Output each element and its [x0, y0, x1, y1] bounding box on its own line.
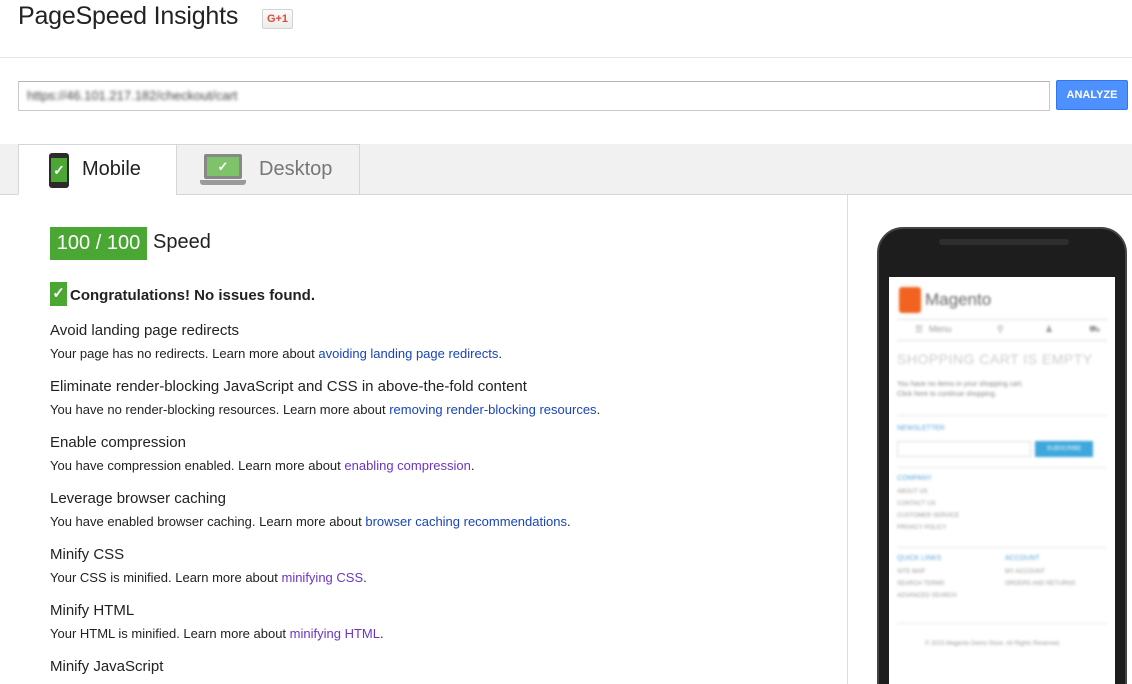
preview-company: COMPANY — [897, 475, 932, 482]
preview-company-link: CONTACT US — [897, 501, 936, 507]
phone-speaker — [939, 239, 1069, 245]
rule-item: Enable compression You have compression … — [50, 434, 830, 490]
rule-title: Minify HTML — [50, 602, 135, 619]
preview-heading: SHOPPING CART IS EMPTY — [897, 351, 1093, 367]
rule-item: Minify HTML Your HTML is minified. Learn… — [50, 602, 830, 658]
preview-cart-icon: ⛟ — [1089, 324, 1101, 334]
preview-search-icon: ⚲ — [997, 324, 1004, 334]
preview-quick-link: ADVANCED SEARCH — [897, 593, 957, 599]
rule-learn-more-link[interactable]: removing render-blocking resources — [389, 402, 596, 417]
rule-item: Minify CSS Your CSS is minified. Learn m… — [50, 546, 830, 602]
mobile-preview-screenshot: Magento ☰ Menu ⚲ ♟ ⛟ SHOPPING CART IS EM… — [889, 277, 1115, 684]
preview-divider — [897, 547, 1107, 548]
rule-title: Minify CSS — [50, 546, 125, 563]
rule-item: Avoid landing page redirects Your page h… — [50, 322, 830, 378]
preview-divider — [897, 415, 1107, 416]
rule-description: You have no render-blocking resources. L… — [50, 402, 601, 417]
preview-quick-links: QUICK LINKS — [897, 555, 942, 562]
preview-account: ACCOUNT — [1005, 555, 1040, 562]
preview-menu-icon: ☰ — [915, 324, 924, 334]
rule-item: Leverage browser caching You have enable… — [50, 490, 830, 546]
preview-divider — [897, 467, 1107, 468]
congrats-text: Congratulations! No issues found. — [70, 286, 316, 304]
rule-item: Minify JavaScript — [50, 658, 830, 684]
preview-text-1: You have no items in your shopping cart. — [897, 381, 1024, 388]
preview-menu-label: Menu — [929, 324, 952, 334]
rule-title: Minify JavaScript — [50, 658, 164, 675]
rule-learn-more-link[interactable]: minifying HTML — [290, 626, 380, 641]
panel-divider — [847, 195, 848, 684]
preview-divider — [897, 623, 1107, 624]
speed-score-label: Speed — [153, 231, 211, 253]
preview-subscribe-button: SUBSCRIBE — [1035, 441, 1093, 457]
preview-nav: ☰ Menu ⚲ ♟ ⛟ — [897, 319, 1107, 341]
preview-brand: Magento — [925, 290, 992, 309]
magento-logo-icon — [899, 287, 921, 313]
rule-learn-more-link[interactable]: browser caching recommendations — [365, 514, 567, 529]
rule-description: Your CSS is minified. Learn more about m… — [50, 570, 367, 585]
rule-title: Eliminate render-blocking JavaScript and… — [50, 378, 527, 395]
rule-title: Leverage browser caching — [50, 490, 226, 507]
rule-learn-more-link[interactable]: minifying CSS — [281, 570, 363, 585]
preview-text-2: Click here to continue shopping. — [897, 391, 997, 398]
checkmark-icon: ✓ — [50, 282, 67, 306]
preview-company-link: CUSTOMER SERVICE — [897, 513, 960, 519]
tab-mobile[interactable]: ✓ Mobile — [18, 144, 177, 195]
passed-rules-list: Avoid landing page redirects Your page h… — [50, 322, 830, 684]
mobile-preview-phone: Magento ☰ Menu ⚲ ♟ ⛟ SHOPPING CART IS EM… — [877, 227, 1127, 684]
preview-account-link: ORDERS AND RETURNS — [1005, 581, 1076, 587]
rule-description: You have compression enabled. Learn more… — [50, 458, 475, 473]
rule-title: Enable compression — [50, 434, 186, 451]
url-input-value: https://46.101.217.182/checkout/cart — [27, 88, 238, 103]
preview-company-link: ABOUT US — [897, 489, 928, 495]
device-tabs: ✓ Mobile ✓ Desktop — [0, 144, 1132, 195]
tab-mobile-label: Mobile — [82, 158, 141, 180]
rule-learn-more-link[interactable]: avoiding landing page redirects — [318, 346, 498, 361]
preview-company-link: PRIVACY POLICY — [897, 525, 947, 531]
rule-item: Eliminate render-blocking JavaScript and… — [50, 378, 830, 434]
preview-quick-link: SITE MAP — [897, 569, 926, 575]
rule-title: Avoid landing page redirects — [50, 322, 240, 339]
url-input[interactable]: https://46.101.217.182/checkout/cart — [18, 81, 1050, 111]
preview-newsletter-field — [897, 441, 1031, 457]
laptop-check-icon: ✓ — [200, 154, 246, 186]
header: PageSpeed Insights G+1 — [0, 0, 1132, 58]
phone-check-icon: ✓ — [49, 153, 69, 188]
tab-desktop[interactable]: ✓ Desktop — [176, 144, 360, 195]
speed-score-badge: 100 / 100 — [50, 227, 147, 260]
congrats-message: ✓ Congratulations! No issues found. — [50, 282, 316, 308]
rule-description: You have enabled browser caching. Learn … — [50, 514, 571, 529]
preview-newsletter: NEWSLETTER — [897, 425, 945, 432]
preview-account-icon: ♟ — [1045, 324, 1054, 334]
google-plus-button[interactable]: G+1 — [262, 9, 293, 29]
preview-quick-link: SEARCH TERMS — [897, 581, 945, 587]
app-title: PageSpeed Insights — [18, 2, 239, 30]
rule-learn-more-link[interactable]: enabling compression — [344, 458, 470, 473]
preview-account-link: MY ACCOUNT — [1005, 569, 1045, 575]
analyze-button[interactable]: ANALYZE — [1056, 80, 1128, 110]
rule-description: Your HTML is minified. Learn more about … — [50, 626, 384, 641]
rule-description: Your page has no redirects. Learn more a… — [50, 346, 502, 361]
tab-desktop-label: Desktop — [259, 158, 333, 180]
preview-footer: © 2015 Magento Demo Store. All Rights Re… — [925, 641, 1061, 647]
